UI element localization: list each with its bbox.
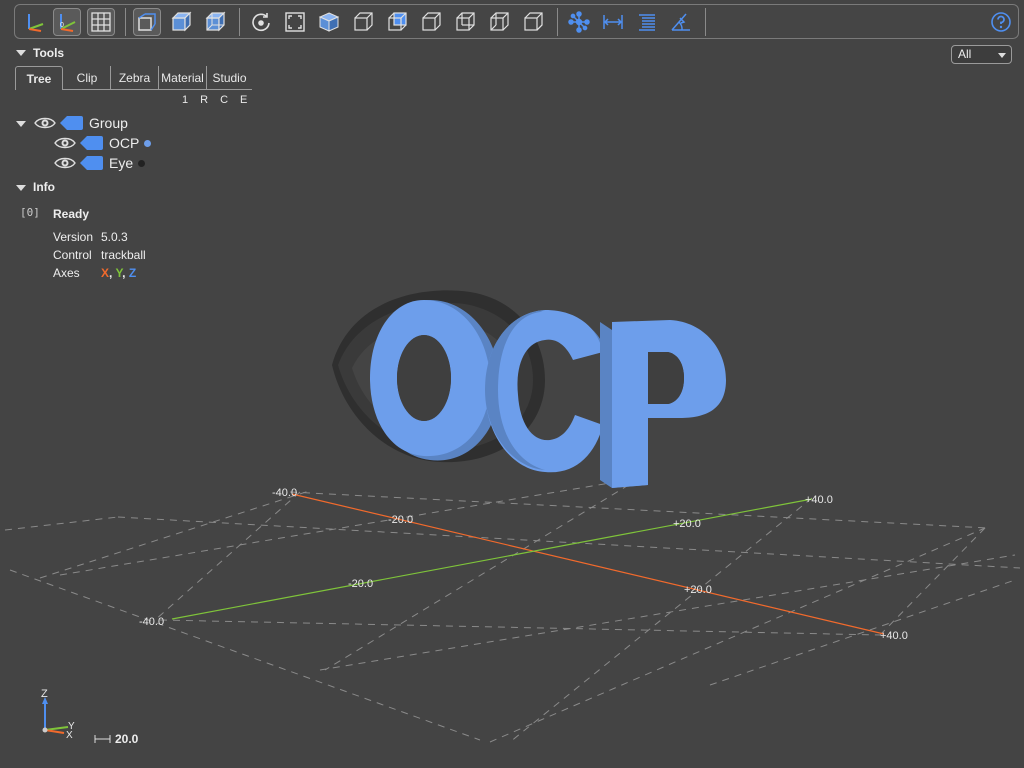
transparent-button[interactable] xyxy=(167,8,195,36)
scale-bar-value: 20.0 xyxy=(115,732,139,746)
distance-measure-button[interactable] xyxy=(599,8,627,36)
tools-title: Tools xyxy=(33,46,65,60)
eye-icon[interactable] xyxy=(34,115,56,131)
axis-z-label: Z xyxy=(128,266,137,280)
info-key-control: Control xyxy=(53,248,92,262)
viewport-3d[interactable]: -40.0 -20.0 +20.0 +40.0 -40.0 -20.0 +20.… xyxy=(0,0,1024,768)
shape-toggle-icon[interactable] xyxy=(80,156,103,170)
help-icon xyxy=(991,12,1011,32)
front-view-button[interactable] xyxy=(349,8,377,36)
y-axis-line xyxy=(171,498,813,620)
info-value-version: 5.0.3 xyxy=(101,230,128,244)
column-header-e[interactable]: E xyxy=(240,94,247,106)
x-axis-line xyxy=(291,493,885,635)
grid-button[interactable] xyxy=(87,8,115,36)
rear-view-icon xyxy=(388,12,407,31)
tab-zebra[interactable]: Zebra xyxy=(110,66,158,90)
right-view-icon xyxy=(524,12,543,31)
tab-underline xyxy=(63,89,252,90)
info-key-version: Version xyxy=(53,230,94,244)
color-dot-icon xyxy=(144,140,151,147)
tree-column-header: 1 R C E xyxy=(182,94,247,106)
top-view-button[interactable] xyxy=(417,8,445,36)
color-dot-icon xyxy=(138,160,145,167)
axes-button[interactable] xyxy=(21,8,49,36)
tree-item-eye[interactable]: Eye xyxy=(109,155,133,171)
grid-icon xyxy=(91,12,111,32)
perspective-button[interactable] xyxy=(133,8,161,36)
gizmo-z-label: Z xyxy=(41,688,48,700)
iso-view-icon xyxy=(318,12,340,32)
right-view-button[interactable] xyxy=(519,8,547,36)
grid-label: +40.0 xyxy=(880,630,908,642)
perspective-icon xyxy=(138,13,156,31)
column-header-c[interactable]: C xyxy=(220,94,228,106)
reset-view-button[interactable] xyxy=(247,8,275,36)
tab-material[interactable]: Material xyxy=(158,66,206,90)
grid-label: +20.0 xyxy=(673,518,701,530)
bottom-view-icon xyxy=(456,12,475,31)
reset-view-icon xyxy=(252,13,270,32)
tab-clip[interactable]: Clip xyxy=(64,66,110,90)
shape-toggle-icon[interactable] xyxy=(60,116,83,130)
tools-collapse-icon[interactable] xyxy=(16,50,26,56)
column-header-level[interactable]: 1 xyxy=(182,94,188,106)
transparent-icon xyxy=(171,11,192,32)
column-header-r[interactable]: R xyxy=(200,94,208,106)
grid-label: -40.0 xyxy=(139,616,164,628)
info-value-axes: X, Y, Z xyxy=(101,266,137,280)
scale-bar: 20.0 xyxy=(94,732,139,746)
resize-icon xyxy=(285,12,305,32)
info-status: Ready xyxy=(53,207,90,221)
tree-collapse-icon[interactable] xyxy=(16,121,26,127)
view-select-value: All xyxy=(958,47,972,61)
properties-icon xyxy=(639,14,655,31)
info-key-axes: Axes xyxy=(53,266,80,280)
info-value-control: trackball xyxy=(101,248,146,262)
axes-icon xyxy=(28,14,44,32)
bottom-view-button[interactable] xyxy=(451,8,479,36)
axes-origin-icon: 0 xyxy=(60,14,76,32)
chevron-down-icon xyxy=(998,53,1006,58)
grid-label: +20.0 xyxy=(684,584,712,596)
eye-icon[interactable] xyxy=(54,155,76,171)
shape-toggle-icon[interactable] xyxy=(80,136,103,150)
info-index: [0] xyxy=(20,206,40,219)
properties-button[interactable] xyxy=(633,8,661,36)
black-edges-icon xyxy=(205,11,226,32)
distance-measure-icon xyxy=(603,15,623,29)
grid-label: -40.0 xyxy=(272,487,297,499)
tree-item-ocp[interactable]: OCP xyxy=(109,135,139,151)
axes-gizmo: Z Y X xyxy=(41,688,75,741)
left-view-icon xyxy=(490,12,509,31)
resize-button[interactable] xyxy=(281,8,309,36)
svg-text:0: 0 xyxy=(60,22,64,29)
black-edges-button[interactable] xyxy=(201,8,229,36)
help-button[interactable] xyxy=(987,8,1015,36)
eye-icon[interactable] xyxy=(54,135,76,151)
iso-view-button[interactable] xyxy=(315,8,343,36)
ground-grid xyxy=(4,477,1021,743)
info-collapse-icon[interactable] xyxy=(16,185,26,191)
explode-button[interactable] xyxy=(565,8,593,36)
gizmo-x-label: X xyxy=(66,730,73,741)
axis-x-label: X xyxy=(101,266,110,280)
angle-measure-button[interactable] xyxy=(667,8,695,36)
view-select[interactable]: All xyxy=(951,45,1012,64)
grid-label: +40.0 xyxy=(805,494,833,506)
grid-label: -20.0 xyxy=(348,578,373,590)
front-view-icon xyxy=(354,12,373,31)
rear-view-button[interactable] xyxy=(383,8,411,36)
axes-origin-button[interactable]: 0 xyxy=(53,8,81,36)
tab-tree[interactable]: Tree xyxy=(15,66,63,90)
info-title: Info xyxy=(33,180,55,194)
toolbar: 0 xyxy=(14,4,1019,39)
tree-item-group[interactable]: Group xyxy=(89,115,128,131)
left-view-button[interactable] xyxy=(485,8,513,36)
grid-label: -20.0 xyxy=(388,514,413,526)
tab-studio[interactable]: Studio xyxy=(206,66,252,90)
top-view-icon xyxy=(422,12,441,31)
explode-icon xyxy=(568,11,590,33)
angle-measure-icon xyxy=(671,13,690,31)
